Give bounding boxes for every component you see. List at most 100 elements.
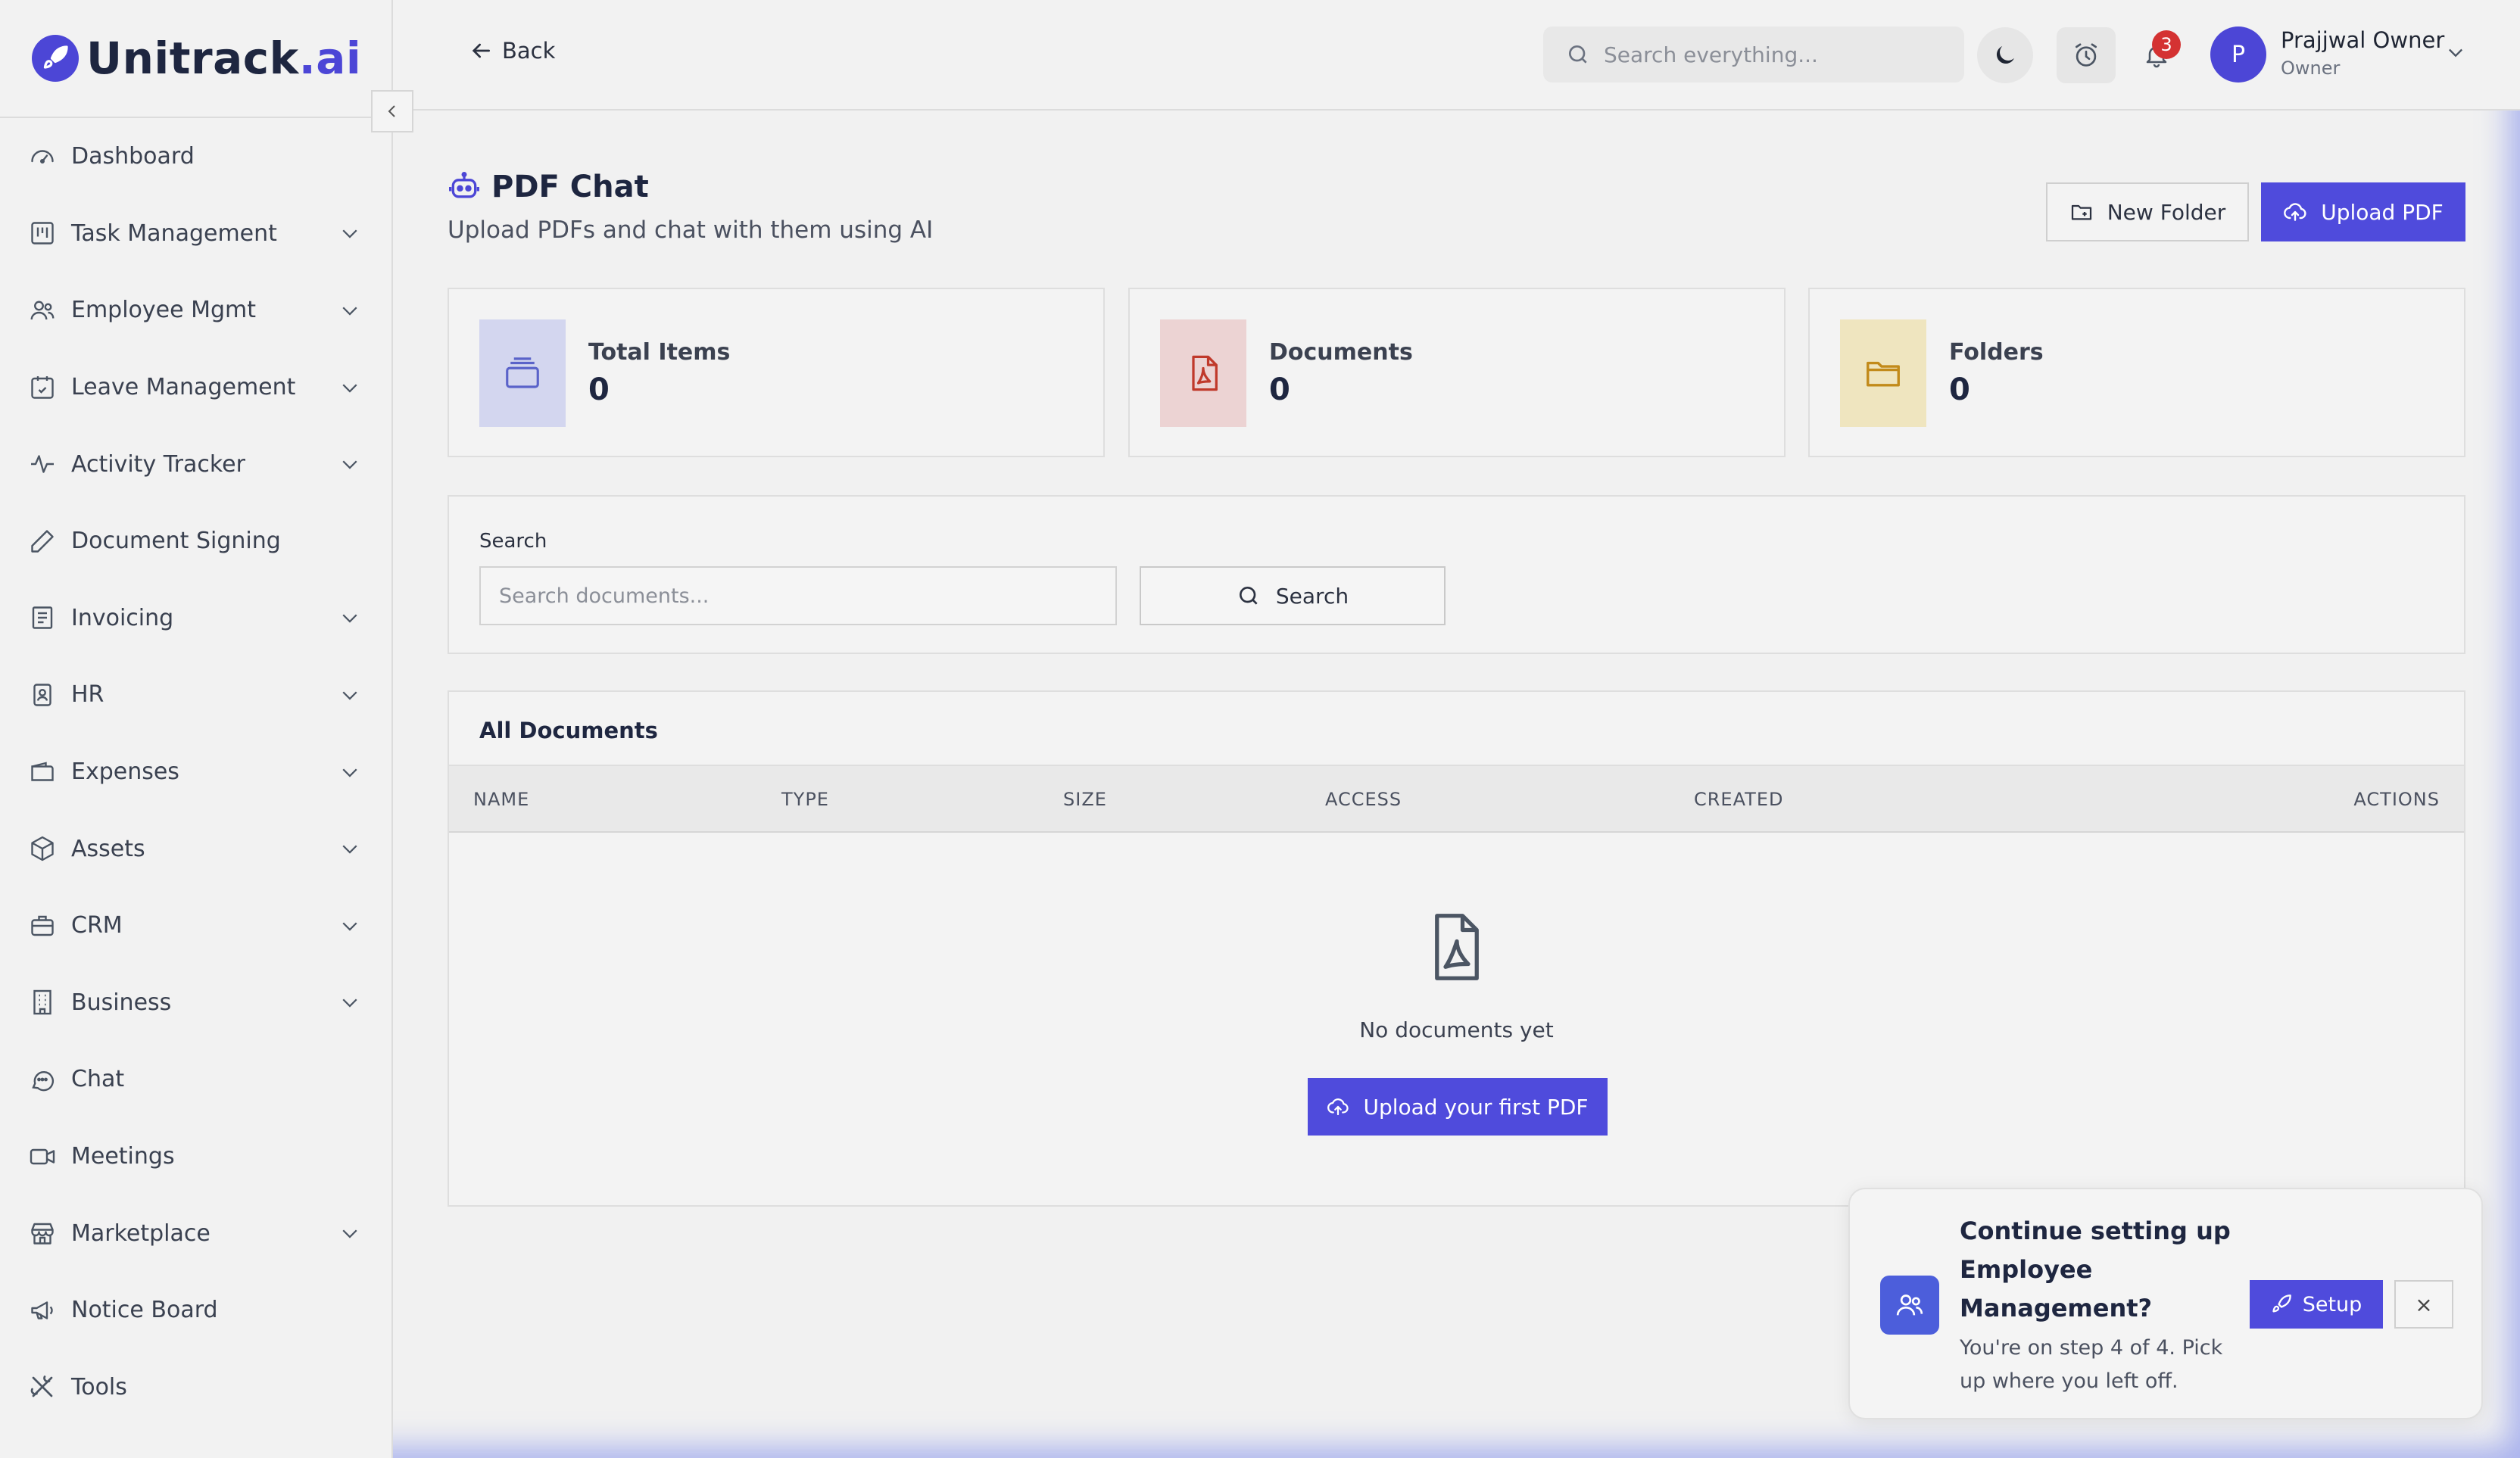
badge-icon xyxy=(27,680,58,710)
sidebar-item-invoicing[interactable]: Invoicing xyxy=(0,580,393,657)
chevron-left-icon xyxy=(388,105,395,117)
avatar[interactable]: P xyxy=(2210,26,2266,83)
chevron-down-icon[interactable] xyxy=(337,989,363,1015)
gauge-icon xyxy=(27,142,58,172)
stat-value: 0 xyxy=(1949,372,1970,407)
theme-toggle-button[interactable] xyxy=(1977,27,2033,83)
setup-button[interactable]: Setup xyxy=(2250,1280,2383,1329)
back-button[interactable]: Back xyxy=(469,38,555,64)
global-search-input[interactable] xyxy=(1604,42,1952,67)
folder-icon xyxy=(1840,319,1926,427)
sidebar-item-notice-board[interactable]: Notice Board xyxy=(0,1272,393,1349)
documents-heading: All Documents xyxy=(479,718,658,743)
sidebar-item-hr[interactable]: HR xyxy=(0,656,393,734)
user-name[interactable]: Prajjwal Owner xyxy=(2281,27,2444,53)
sidebar-item-label: Notice Board xyxy=(71,1297,218,1324)
chevron-down-icon[interactable] xyxy=(337,682,363,708)
sidebar-item-task-management[interactable]: Task Management xyxy=(0,195,393,273)
sidebar-item-label: Invoicing xyxy=(71,604,174,631)
chevron-down-icon[interactable] xyxy=(337,375,363,400)
column-header-created[interactable]: CREATED xyxy=(1694,789,1783,810)
timer-button[interactable] xyxy=(2057,27,2116,83)
sidebar-item-label: Meetings xyxy=(71,1143,175,1170)
sidebar-item-label: Assets xyxy=(71,835,145,862)
setup-reminder-toast: Continue setting up Employee Management?… xyxy=(1848,1188,2483,1419)
wallet-icon xyxy=(27,757,58,787)
sidebar-nav: Dashboard Task Management Employee Mgmt … xyxy=(0,118,393,1425)
app-window: Unitrack.ai Dashboard Task Management Em… xyxy=(0,0,2520,1458)
sidebar-item-document-signing[interactable]: Document Signing xyxy=(0,503,393,580)
sidebar-item-label: Task Management xyxy=(71,220,277,247)
users-icon xyxy=(27,295,58,326)
close-toast-button[interactable]: × xyxy=(2394,1280,2453,1329)
kanban-icon xyxy=(27,218,58,248)
cloud-upload-icon xyxy=(2284,203,2306,221)
upload-first-pdf-button[interactable]: Upload your first PDF xyxy=(1308,1078,1608,1136)
search-panel: Search Search xyxy=(448,495,2465,654)
collapse-sidebar-button[interactable] xyxy=(371,90,413,132)
chevron-down-icon[interactable] xyxy=(337,1220,363,1246)
logo-text: Unitrack.ai xyxy=(86,33,362,84)
chevron-down-icon[interactable] xyxy=(337,836,363,861)
search-icon xyxy=(1569,45,1587,64)
cloud-upload-icon xyxy=(1327,1098,1349,1116)
rocket-logo-icon xyxy=(32,35,79,82)
sidebar-item-label: Dashboard xyxy=(71,143,195,170)
sidebar-item-label: CRM xyxy=(71,912,123,939)
chevron-down-icon[interactable] xyxy=(337,451,363,477)
new-folder-button[interactable]: New Folder xyxy=(2046,182,2249,241)
calendar-check-icon xyxy=(27,372,58,403)
back-label: Back xyxy=(502,38,556,64)
setup-label: Setup xyxy=(2302,1292,2362,1316)
chat-icon xyxy=(27,1064,58,1095)
sidebar-item-marketplace[interactable]: Marketplace xyxy=(0,1195,393,1272)
sidebar-item-leave-management[interactable]: Leave Management xyxy=(0,349,393,426)
sidebar-item-expenses[interactable]: Expenses xyxy=(0,734,393,811)
page-title-text: PDF Chat xyxy=(491,170,649,204)
sidebar-item-label: Business xyxy=(71,989,172,1016)
sidebar-item-label: Leave Management xyxy=(71,374,296,401)
sidebar-item-label: HR xyxy=(71,681,104,709)
stat-card-folders: Folders 0 xyxy=(1808,288,2465,457)
toast-body: You're on step 4 of 4. Pick up where you… xyxy=(1960,1336,2223,1393)
sidebar-item-label: Activity Tracker xyxy=(71,450,245,478)
briefcase-icon xyxy=(27,911,58,941)
empty-state-text: No documents yet xyxy=(1359,1017,1554,1042)
sidebar-item-label: Chat xyxy=(71,1066,125,1093)
chevron-down-icon[interactable] xyxy=(337,759,363,785)
sidebar-item-dashboard[interactable]: Dashboard xyxy=(0,118,393,195)
sidebar-item-assets[interactable]: Assets xyxy=(0,810,393,887)
chevron-down-icon[interactable] xyxy=(337,220,363,246)
stat-card-documents: Documents 0 xyxy=(1128,288,1786,457)
pdf-file-icon xyxy=(1160,319,1246,427)
sidebar-item-employee-mgmt[interactable]: Employee Mgmt xyxy=(0,272,393,349)
user-menu-chevron-down-icon[interactable] xyxy=(2445,42,2466,66)
sidebar-item-label: Expenses xyxy=(71,759,179,786)
column-header-type[interactable]: TYPE xyxy=(781,789,829,810)
column-header-actions: ACTIONS xyxy=(2353,789,2440,810)
sidebar-item-business[interactable]: Business xyxy=(0,964,393,1042)
stat-label: Documents xyxy=(1269,339,1413,366)
chevron-down-icon[interactable] xyxy=(337,298,363,323)
sidebar: Unitrack.ai Dashboard Task Management Em… xyxy=(0,0,393,1458)
search-button[interactable]: Search xyxy=(1140,566,1446,625)
column-header-access[interactable]: ACCESS xyxy=(1325,789,1402,810)
sidebar-item-meetings[interactable]: Meetings xyxy=(0,1118,393,1195)
toast-title: Continue setting up Employee Management? xyxy=(1960,1217,2231,1322)
moon-icon xyxy=(1996,46,2014,64)
sidebar-item-label: Employee Mgmt xyxy=(71,297,257,324)
sidebar-item-tools[interactable]: Tools xyxy=(0,1349,393,1426)
search-documents-input[interactable] xyxy=(479,566,1117,625)
sidebar-item-chat[interactable]: Chat xyxy=(0,1041,393,1118)
sidebar-item-activity-tracker[interactable]: Activity Tracker xyxy=(0,425,393,503)
column-header-name[interactable]: NAME xyxy=(473,789,529,810)
chevron-down-icon[interactable] xyxy=(337,913,363,939)
video-icon xyxy=(27,1142,58,1172)
global-search[interactable] xyxy=(1543,26,1964,83)
upload-pdf-button[interactable]: Upload PDF xyxy=(2261,182,2465,241)
stat-card-total-items: Total Items 0 xyxy=(448,288,1105,457)
chevron-down-icon[interactable] xyxy=(337,605,363,631)
sidebar-item-crm[interactable]: CRM xyxy=(0,887,393,964)
column-header-size[interactable]: SIZE xyxy=(1063,789,1107,810)
logo[interactable]: Unitrack.ai xyxy=(0,0,393,118)
